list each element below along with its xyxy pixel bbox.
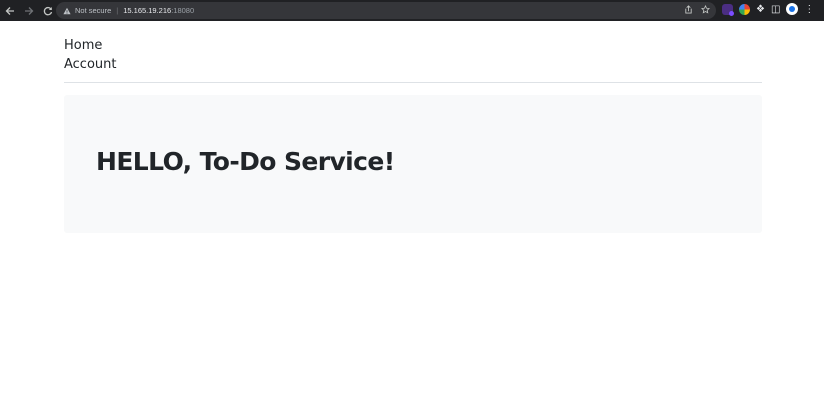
extension-icon[interactable] [722, 3, 734, 16]
nav-menu: Home Account [64, 21, 762, 74]
back-arrow-icon[interactable] [3, 4, 17, 18]
menu-dots-icon[interactable]: ⋮ [804, 4, 814, 15]
color-wheel-icon[interactable] [739, 3, 750, 15]
warning-triangle-icon [63, 7, 71, 14]
puzzle-icon[interactable]: ❖ [756, 4, 765, 15]
nav-item-home[interactable]: Home [64, 36, 762, 55]
address-bar[interactable]: Not secure | 15.165.19.216:18080 [56, 2, 716, 19]
star-icon[interactable] [701, 5, 710, 14]
reload-icon[interactable] [41, 4, 55, 18]
side-panel-icon[interactable]: ◫ [771, 4, 780, 15]
hero-banner: HELLO, To-Do Service! [64, 95, 762, 233]
profile-icon[interactable] [786, 3, 799, 15]
forward-arrow-icon[interactable] [22, 4, 36, 18]
url-host: 15.165.19.216 [123, 6, 172, 15]
share-icon[interactable] [684, 5, 693, 14]
url-text[interactable]: 15.165.19.216:18080 [123, 6, 194, 15]
header-divider [64, 82, 762, 83]
nav-item-account[interactable]: Account [64, 55, 762, 74]
url-separator: | [116, 6, 119, 15]
page-title: HELLO, To-Do Service! [96, 147, 395, 176]
url-port: :18080 [171, 6, 195, 15]
security-status[interactable]: Not secure [75, 6, 111, 15]
browser-toolbar: Not secure | 15.165.19.216:18080 ❖ ◫ ⋮ [0, 0, 824, 21]
nav-link-home[interactable]: Home [64, 38, 102, 53]
page-content: Home Account HELLO, To-Do Service! [64, 21, 762, 233]
nav-link-account[interactable]: Account [64, 57, 117, 72]
